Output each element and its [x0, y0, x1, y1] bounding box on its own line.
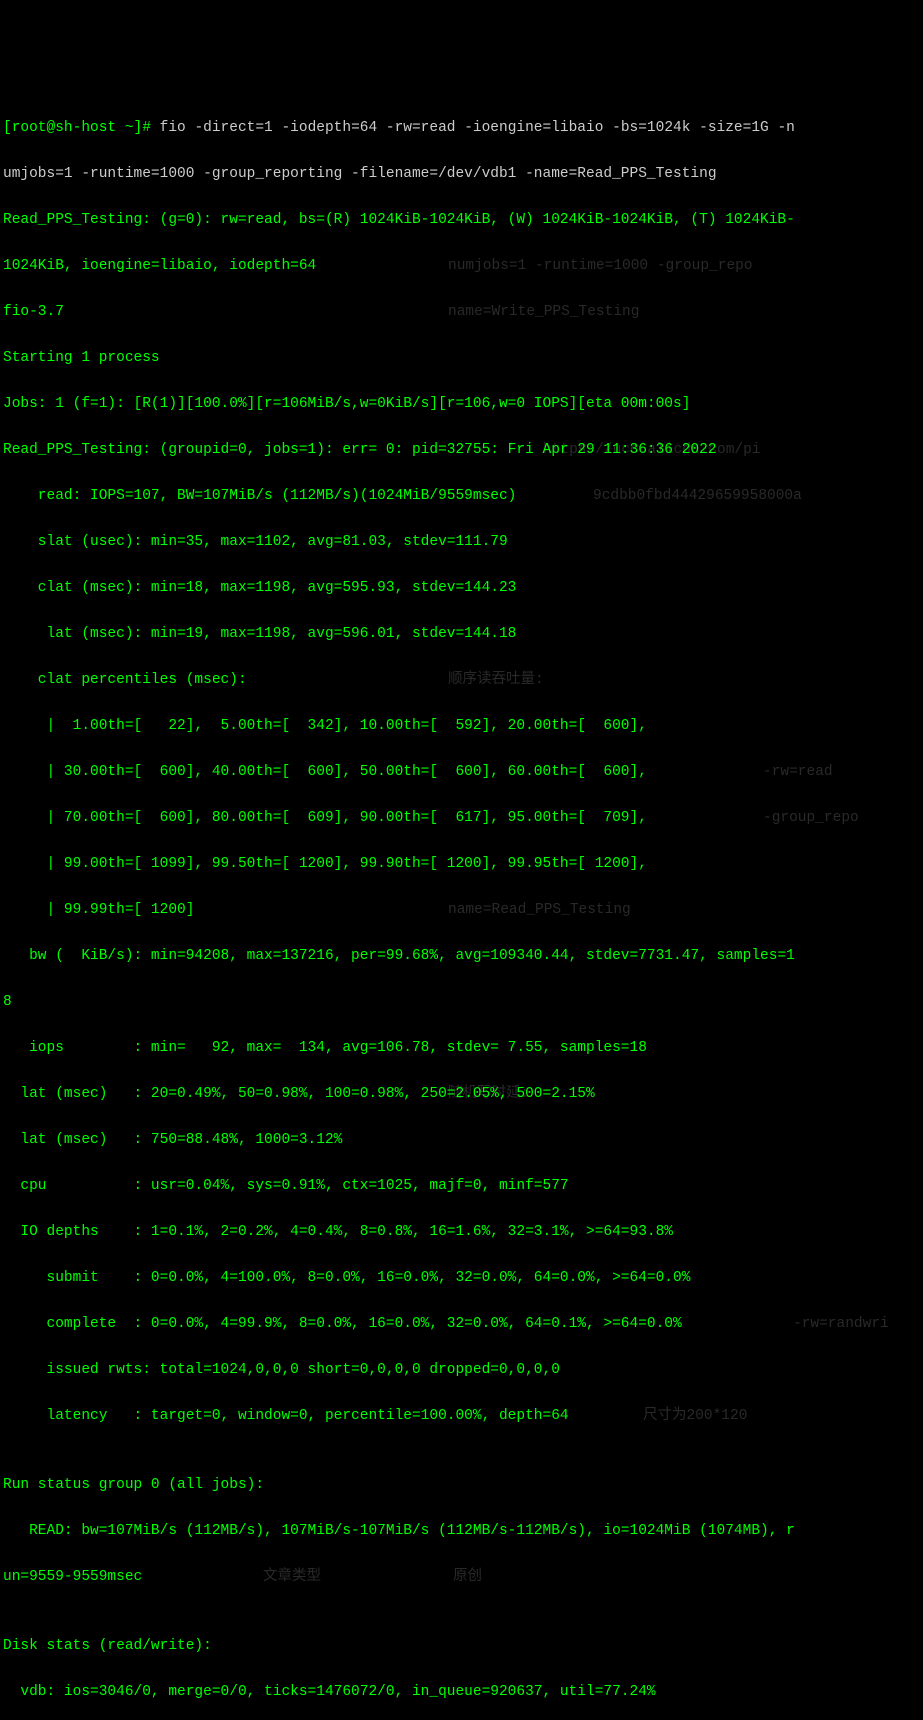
output-line: lat (msec) : 20=0.49%, 50=0.98%, 100=0.9…: [3, 1086, 595, 1102]
output-line: Disk stats (read/write):: [3, 1638, 212, 1654]
output-line: 1024KiB, ioengine=libaio, iodepth=64: [3, 258, 316, 274]
ghost-text: numjobs=1 -runtime=1000 -group_repo: [448, 255, 753, 278]
ghost-text: -rw=randwri: [793, 1313, 889, 1336]
output-line: clat percentiles (msec):: [3, 672, 247, 688]
ghost-text: -rw=read: [763, 761, 833, 784]
output-line: lat (msec) : 750=88.48%, 1000=3.12%: [3, 1132, 342, 1148]
output-line: bw ( KiB/s): min=94208, max=137216, per=…: [3, 948, 795, 964]
output-line: Read_PPS_Testing: (groupid=0, jobs=1): e…: [3, 442, 717, 458]
ghost-text: 9cdbb0fbd44429659958000a: [593, 485, 802, 508]
ghost-text: name=Write_PPS_Testing: [448, 301, 639, 324]
output-line: Run status group 0 (all jobs):: [3, 1477, 264, 1493]
output-line: read: IOPS=107, BW=107MiB/s (112MB/s)(10…: [3, 488, 516, 504]
output-line: IO depths : 1=0.1%, 2=0.2%, 4=0.4%, 8=0.…: [3, 1224, 673, 1240]
output-line: Starting 1 process: [3, 350, 160, 366]
terminal-window[interactable]: [root@sh-host ~]# fio -direct=1 -iodepth…: [3, 94, 920, 1720]
output-line: | 1.00th=[ 22], 5.00th=[ 342], 10.00th=[…: [3, 718, 647, 734]
prompt-path: ~: [116, 120, 133, 136]
output-line: clat (msec): min=18, max=1198, avg=595.9…: [3, 580, 516, 596]
output-line: issued rwts: total=1024,0,0,0 short=0,0,…: [3, 1362, 560, 1378]
ghost-text: 顺序读吞吐量:: [448, 669, 544, 692]
command-continuation: umjobs=1 -runtime=1000 -group_reporting …: [3, 166, 717, 182]
output-line: | 99.99th=[ 1200]: [3, 902, 194, 918]
output-line: 8: [3, 994, 12, 1010]
command-text: fio -direct=1 -iodepth=64 -rw=read -ioen…: [151, 120, 795, 136]
ghost-text: -group_repo: [763, 807, 859, 830]
output-line: | 99.00th=[ 1099], 99.50th=[ 1200], 99.9…: [3, 856, 647, 872]
output-line: fio-3.7: [3, 304, 64, 320]
output-line: latency : target=0, window=0, percentile…: [3, 1408, 569, 1424]
prompt-line-1: [root@sh-host ~]# fio -direct=1 -iodepth…: [3, 117, 920, 140]
output-line: Read_PPS_Testing: (g=0): rw=read, bs=(R)…: [3, 212, 795, 228]
ghost-text: 文章类型: [263, 1566, 321, 1589]
output-line: READ: bw=107MiB/s (112MB/s), 107MiB/s-10…: [3, 1523, 795, 1539]
output-line: vdb: ios=3046/0, merge=0/0, ticks=147607…: [3, 1684, 656, 1700]
output-line: Jobs: 1 (f=1): [R(1)][100.0%][r=106MiB/s…: [3, 396, 690, 412]
ghost-text: 尺寸为200*120: [643, 1405, 747, 1428]
output-line: slat (usec): min=35, max=1102, avg=81.03…: [3, 534, 508, 550]
prompt-bracket-open: [: [3, 120, 12, 136]
output-line: lat (msec): min=19, max=1198, avg=596.01…: [3, 626, 516, 642]
output-line: | 70.00th=[ 600], 80.00th=[ 609], 90.00t…: [3, 810, 647, 826]
output-line: un=9559-9559msec: [3, 1569, 142, 1585]
output-line: cpu : usr=0.04%, sys=0.91%, ctx=1025, ma…: [3, 1178, 569, 1194]
output-line: complete : 0=0.0%, 4=99.9%, 8=0.0%, 16=0…: [3, 1316, 682, 1332]
prompt-user-host: root@sh-host: [12, 120, 116, 136]
output-line: | 30.00th=[ 600], 40.00th=[ 600], 50.00t…: [3, 764, 647, 780]
output-line: submit : 0=0.0%, 4=100.0%, 8=0.0%, 16=0.…: [3, 1270, 690, 1286]
ghost-text: 原创: [453, 1566, 482, 1589]
output-line: iops : min= 92, max= 134, avg=106.78, st…: [3, 1040, 647, 1056]
ghost-text: name=Read_PPS_Testing: [448, 899, 631, 922]
prompt-bracket-close: ]#: [134, 120, 151, 136]
